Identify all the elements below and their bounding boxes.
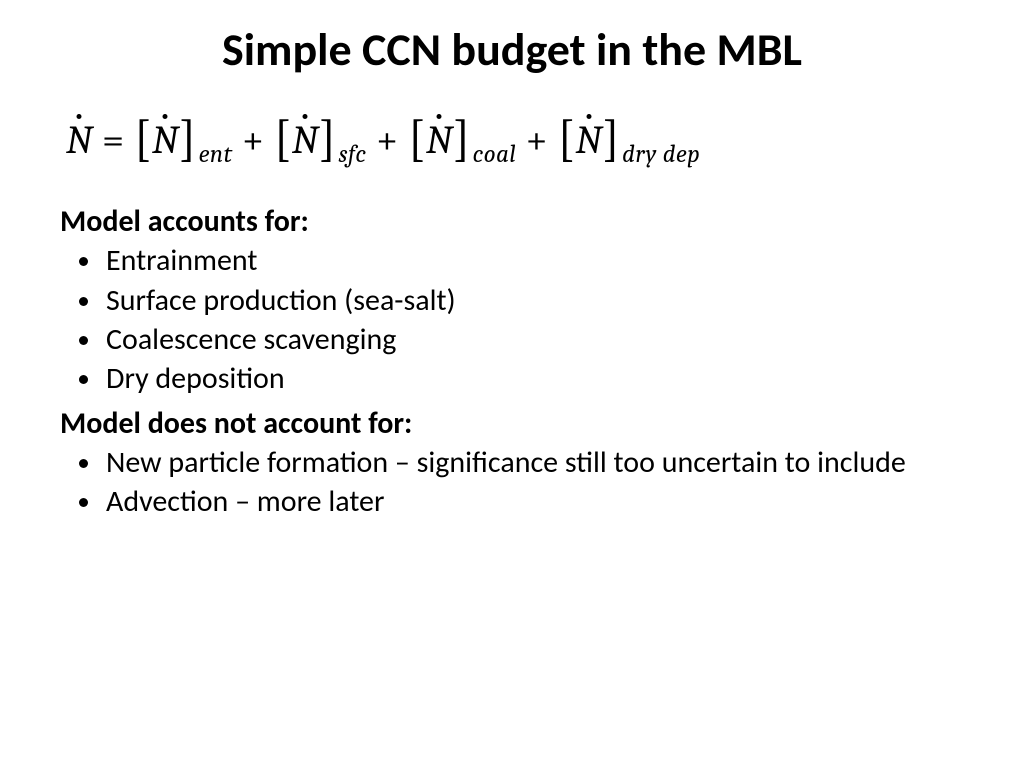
slide: Simple CCN budget in the MBL N = [N]ent … [0,0,1024,768]
list-item: Dry deposition [104,360,964,397]
slide-title: Simple CCN budget in the MBL [60,22,964,78]
section2-heading: Model does not account for: [60,405,964,442]
section1-list: Entrainment Surface production (sea-salt… [60,242,964,397]
list-item: Entrainment [104,242,964,279]
list-item: Surface production (sea-salt) [104,282,964,319]
eq-term1-var: N [152,117,179,163]
eq-lhs-var: N [66,117,93,163]
eq-term1-sub: ent [199,141,233,169]
eq-term2-var: N [292,117,319,163]
eq-term4-var: N [575,117,602,163]
budget-equation: N = [N]ent + [N]sfc + [N]coal + [N]dry d… [66,108,964,169]
list-item: New particle formation – significance st… [104,444,964,481]
eq-term3-var: N [426,117,453,163]
list-item: Advection – more later [104,483,964,520]
eq-term4-sub: dry dep [622,141,700,169]
section2-list: New particle formation – significance st… [60,444,964,520]
section1-heading: Model accounts for: [60,203,964,240]
list-item: Coalescence scavenging [104,321,964,358]
eq-term2-sub: sfc [339,141,367,169]
eq-term3-sub: coal [473,141,517,169]
